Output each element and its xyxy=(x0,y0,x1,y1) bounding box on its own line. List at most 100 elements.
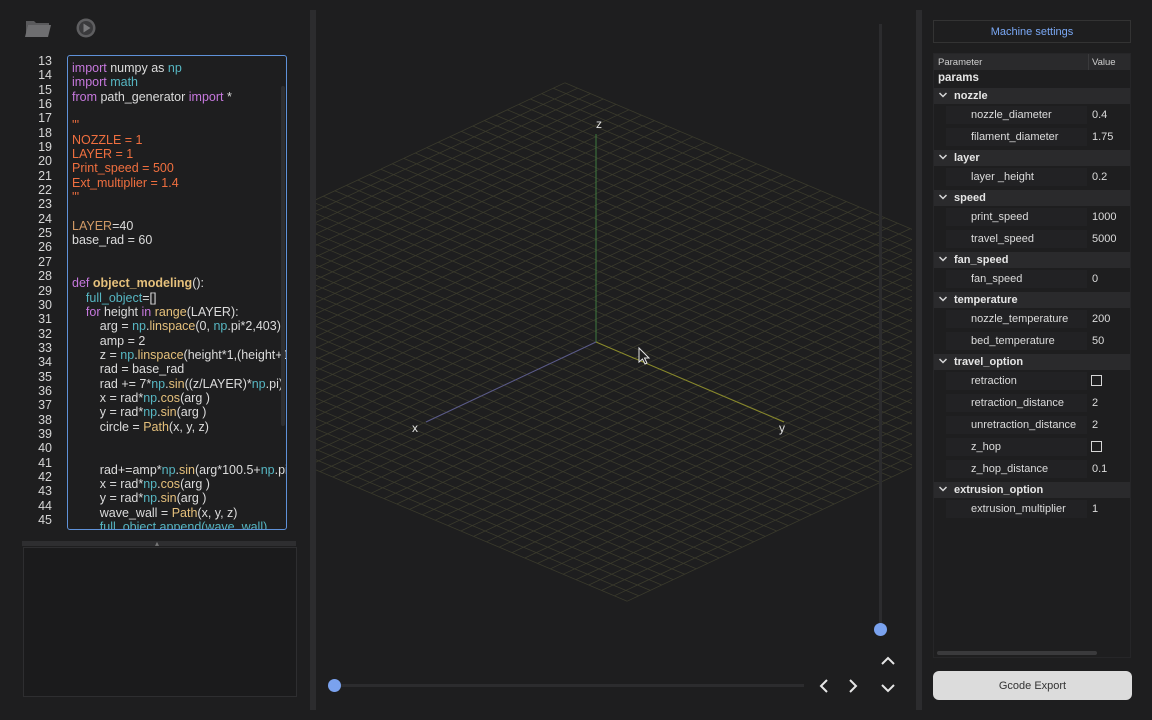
grid-line xyxy=(316,233,892,478)
run-button[interactable] xyxy=(71,14,101,42)
param-label: extrusion_multiplier xyxy=(971,503,1066,515)
code-token: Ext_multiplier = 1.4 xyxy=(72,175,179,190)
next-button[interactable] xyxy=(843,676,863,696)
chevron-up-icon xyxy=(881,656,895,665)
param-row-fan_speed[interactable]: fan_speed 0 xyxy=(934,268,1130,290)
line-number-gutter: 13 14 15 16 17 18 19 20 21 22 23 24 25 26 27 28 29 30 31 32… xyxy=(30,54,52,527)
gcode-export-button[interactable]: Gcode Export xyxy=(933,671,1132,700)
open-file-button[interactable] xyxy=(23,14,53,42)
code-text-area[interactable]: import numpy as np import math from path_g… xyxy=(67,55,287,530)
param-value[interactable]: 5000 xyxy=(1092,233,1116,245)
chevron-down-icon[interactable] xyxy=(938,293,948,305)
code-token: (arg ) xyxy=(180,390,210,405)
tree-group-layer[interactable]: layer xyxy=(934,150,1130,166)
code-token: rad = base_rad xyxy=(72,362,185,377)
progress-slider-track[interactable] xyxy=(334,684,804,687)
param-value[interactable]: 200 xyxy=(1092,313,1110,325)
tree-group-nozzle[interactable]: nozzle xyxy=(934,88,1130,104)
param-value[interactable]: 0.1 xyxy=(1092,463,1107,475)
code-token: (x, y, z) xyxy=(197,505,238,520)
param-row-retraction_distance[interactable]: retraction_distance 2 xyxy=(934,392,1130,414)
param-value[interactable]: 1.75 xyxy=(1092,131,1113,143)
code-token: np xyxy=(143,476,158,491)
code-token: linspace xyxy=(149,319,196,334)
param-row-unretraction_distance[interactable]: unretraction_distance 2 xyxy=(934,414,1130,436)
param-row-nozzle_diameter[interactable]: nozzle_diameter 0.4 xyxy=(934,104,1130,126)
progress-slider-handle[interactable] xyxy=(328,679,341,692)
code-token: 0 xyxy=(145,233,153,248)
console-resize-handle[interactable]: ▴ xyxy=(22,539,296,548)
value-column-header[interactable]: Value xyxy=(1092,57,1116,68)
chevron-down-icon[interactable] xyxy=(938,89,948,101)
layer-up-button[interactable] xyxy=(878,651,898,671)
tree-group-travel_option[interactable]: travel_option xyxy=(934,354,1130,370)
line-number: 41 xyxy=(38,455,52,470)
param-value[interactable]: 1000 xyxy=(1092,211,1116,223)
tree-group-fan_speed[interactable]: fan_speed xyxy=(934,252,1130,268)
line-number: 37 xyxy=(38,398,52,413)
chevron-down-icon[interactable] xyxy=(938,151,948,163)
param-row-z_hop[interactable]: z_hop xyxy=(934,436,1130,458)
tree-group-temperature[interactable]: temperature xyxy=(934,292,1130,308)
y-axis-line xyxy=(595,341,785,423)
param-value[interactable]: 2 xyxy=(1092,419,1098,431)
param-value[interactable]: 0.2 xyxy=(1092,171,1107,183)
layer-slider-track[interactable] xyxy=(879,24,882,629)
machine-settings-button[interactable]: Machine settings xyxy=(933,20,1131,43)
tree-root[interactable]: params xyxy=(934,70,1130,86)
line-number: 29 xyxy=(38,283,52,298)
chevron-down-icon[interactable] xyxy=(938,253,948,265)
line-number: 27 xyxy=(38,254,52,269)
code-token: ''' xyxy=(72,190,80,205)
grid-line xyxy=(316,438,662,586)
line-number: 31 xyxy=(38,312,52,327)
param-value[interactable]: 50 xyxy=(1092,335,1104,347)
param-value[interactable]: 0 xyxy=(1092,273,1098,285)
line-number: 38 xyxy=(38,412,52,427)
param-row-travel_speed[interactable]: travel_speed 5000 xyxy=(934,228,1130,250)
grid-line xyxy=(564,82,912,230)
code-token: np xyxy=(132,319,147,334)
right-splitter[interactable] xyxy=(916,10,922,710)
layer-slider-handle[interactable] xyxy=(874,623,887,636)
grid-line xyxy=(486,341,912,543)
code-scrollbar[interactable] xyxy=(281,86,285,426)
tree-horizontal-scrollbar[interactable] xyxy=(937,651,1097,655)
z-axis-label: z xyxy=(596,117,602,131)
param-row-retraction[interactable]: retraction xyxy=(934,370,1130,392)
code-line: wave_wall = Path(x, y, z) xyxy=(72,505,286,520)
parameter-column-header[interactable]: Parameter xyxy=(938,57,982,68)
chevron-down-icon[interactable] xyxy=(938,355,948,367)
param-row-print_speed[interactable]: print_speed 1000 xyxy=(934,206,1130,228)
code-token: z = xyxy=(72,347,121,362)
line-number: 21 xyxy=(38,168,52,183)
previous-button[interactable] xyxy=(814,676,834,696)
column-divider[interactable] xyxy=(1088,54,1089,70)
param-row-nozzle_temperature[interactable]: nozzle_temperature 200 xyxy=(934,308,1130,330)
line-number: 45 xyxy=(38,513,52,527)
param-value[interactable]: 2 xyxy=(1092,397,1098,409)
tree-group-extrusion_option[interactable]: extrusion_option xyxy=(934,482,1130,498)
3d-viewer[interactable]: z x y xyxy=(316,10,912,710)
param-value[interactable]: 1 xyxy=(1092,503,1098,515)
param-checkbox[interactable] xyxy=(1091,441,1102,452)
param-row-z_hop_distance[interactable]: z_hop_distance 0.1 xyxy=(934,458,1130,480)
param-row-filament_diameter[interactable]: filament_diameter 1.75 xyxy=(934,126,1130,148)
grid-line xyxy=(316,120,655,280)
code-line: rad = base_rad xyxy=(72,362,286,377)
tree-group-label: layer xyxy=(954,152,980,164)
code-token: np xyxy=(143,491,158,506)
tree-group-speed[interactable]: speed xyxy=(934,190,1130,206)
param-label: unretraction_distance xyxy=(971,419,1077,431)
chevron-right-icon xyxy=(849,679,858,693)
param-value[interactable]: 0.4 xyxy=(1092,109,1107,121)
tree-group-label: extrusion_option xyxy=(954,484,1044,496)
code-token: LAYER = 1 xyxy=(72,147,134,162)
chevron-down-icon[interactable] xyxy=(938,483,948,495)
layer-down-button[interactable] xyxy=(878,678,898,698)
param-row-bed_temperature[interactable]: bed_temperature 50 xyxy=(934,330,1130,352)
param-row-layer_height[interactable]: layer _height 0.2 xyxy=(934,166,1130,188)
param-row-extrusion_multiplier[interactable]: extrusion_multiplier 1 xyxy=(934,498,1130,520)
param-checkbox[interactable] xyxy=(1091,375,1102,386)
chevron-down-icon[interactable] xyxy=(938,191,948,203)
